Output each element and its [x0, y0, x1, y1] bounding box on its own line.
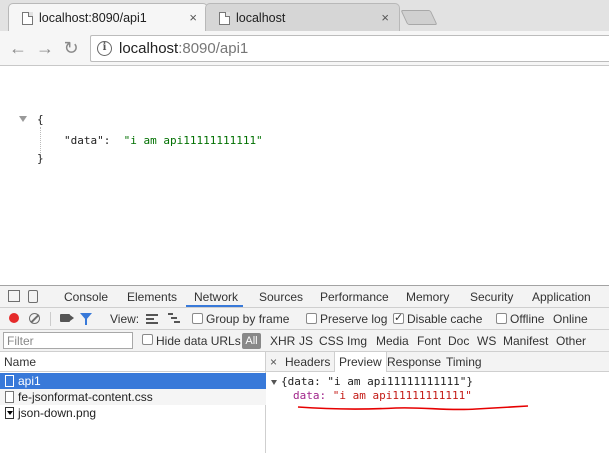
record-icon[interactable] — [9, 313, 19, 323]
request-detail: × Headers Preview Response Timing {data:… — [266, 352, 609, 453]
tab-title: localhost — [236, 10, 286, 25]
tab-elements[interactable]: Elements — [127, 290, 177, 304]
inspect-element-icon[interactable] — [8, 290, 20, 302]
preview-value: "i am api11111111111" — [332, 389, 472, 402]
filter-font[interactable]: Font — [417, 334, 441, 348]
expand-toggle-icon[interactable] — [271, 380, 277, 385]
request-row[interactable]: api1 — [0, 373, 266, 389]
filter-manifest[interactable]: Manifest — [503, 334, 548, 348]
filter-xhr[interactable]: XHR — [270, 334, 295, 348]
document-icon — [5, 375, 14, 387]
disable-cache-label: Disable cache — [407, 312, 483, 326]
detail-tabbar: × Headers Preview Response Timing — [266, 352, 609, 372]
tab-preview[interactable]: Preview — [334, 352, 387, 372]
clear-icon[interactable] — [29, 313, 40, 324]
json-property: "data": "i am api11111111111" — [64, 134, 263, 147]
address-bar[interactable]: i localhost:8090/api1 — [90, 35, 609, 62]
capture-screenshots-icon[interactable] — [60, 314, 74, 322]
request-list: Name api1 fe-jsonformat-content.css json… — [0, 352, 266, 453]
device-toolbar-icon[interactable] — [28, 290, 38, 303]
overview-icon[interactable] — [168, 313, 180, 324]
tab-timing[interactable]: Timing — [446, 355, 482, 369]
name-column-header[interactable]: Name — [0, 352, 266, 372]
filter-css[interactable]: CSS — [319, 334, 344, 348]
view-label: View: — [110, 312, 140, 326]
offline-checkbox[interactable] — [496, 313, 507, 324]
preserve-log-label: Preserve log — [320, 312, 388, 326]
filter-all-button[interactable]: All — [242, 333, 261, 349]
navigation-bar: ← → ↻ i localhost:8090/api1 — [0, 31, 609, 66]
devtools-tabbar: Console Elements Network Sources Perform… — [0, 286, 609, 308]
filter-icon[interactable] — [80, 313, 92, 325]
tab-strip: localhost:8090/api1 × localhost × — [0, 0, 609, 31]
close-icon[interactable]: × — [381, 10, 389, 25]
tab-localhost-api1[interactable]: localhost:8090/api1 × — [8, 3, 208, 31]
tab-network[interactable]: Network — [194, 290, 238, 304]
request-name: api1 — [18, 374, 41, 388]
tab-response[interactable]: Response — [387, 355, 441, 369]
forward-arrow-icon[interactable]: → — [34, 37, 56, 59]
json-value: "i am api11111111111" — [123, 134, 263, 147]
group-by-frame-label: Group by frame — [206, 312, 290, 326]
tab-memory[interactable]: Memory — [406, 290, 449, 304]
url-text[interactable]: localhost:8090/api1 — [119, 40, 248, 57]
reload-icon[interactable]: ↻ — [60, 37, 82, 59]
large-rows-icon[interactable] — [146, 314, 158, 324]
url-path: :8090/api1 — [178, 40, 249, 57]
request-row[interactable]: json-down.png — [0, 405, 266, 421]
image-icon — [5, 407, 14, 419]
page-content: { "data": "i am api11111111111" } — [0, 67, 609, 285]
red-underline-annotation — [297, 405, 529, 411]
preview-summary: {data: "i am api11111111111"} — [281, 375, 474, 388]
tab-console[interactable]: Console — [64, 290, 108, 304]
json-open-brace: { — [37, 113, 44, 126]
tab-localhost[interactable]: localhost × — [205, 3, 400, 31]
preview-key: data: — [293, 389, 327, 402]
url-host: localhost — [119, 40, 179, 57]
disable-cache-checkbox[interactable] — [393, 311, 404, 324]
filter-media[interactable]: Media — [376, 334, 409, 348]
filter-input[interactable]: Filter — [3, 332, 133, 349]
json-close-brace: } — [37, 152, 44, 165]
filter-ws[interactable]: WS — [477, 334, 496, 348]
close-icon[interactable]: × — [270, 355, 277, 369]
tab-sources[interactable]: Sources — [259, 290, 303, 304]
back-arrow-icon[interactable]: ← — [7, 37, 29, 59]
hide-data-urls-checkbox[interactable] — [142, 334, 153, 345]
hide-data-urls-label: Hide data URLs — [156, 334, 241, 348]
throttling-select[interactable]: Online — [553, 312, 588, 326]
new-tab-button[interactable] — [400, 10, 438, 25]
preview-property: data: "i am api11111111111" — [293, 389, 472, 402]
preserve-log-checkbox[interactable] — [306, 313, 317, 324]
info-icon[interactable]: i — [97, 41, 112, 56]
tab-headers[interactable]: Headers — [285, 355, 330, 369]
stylesheet-icon — [5, 391, 14, 403]
tab-title: localhost:8090/api1 — [39, 10, 147, 25]
devtools-panel: Console Elements Network Sources Perform… — [0, 285, 609, 453]
filter-img[interactable]: Img — [347, 334, 367, 348]
filter-doc[interactable]: Doc — [448, 334, 469, 348]
collapse-toggle-icon[interactable] — [19, 116, 27, 122]
tab-performance[interactable]: Performance — [320, 290, 389, 304]
json-key: "data": — [64, 134, 111, 147]
request-name: json-down.png — [18, 406, 97, 420]
network-toolbar: View: Group by frame Preserve log Disabl… — [0, 308, 609, 330]
request-name: fe-jsonformat-content.css — [18, 390, 153, 404]
active-tab-indicator — [186, 305, 243, 307]
tab-application[interactable]: Application — [532, 290, 591, 304]
offline-label: Offline — [510, 312, 545, 326]
group-by-frame-checkbox[interactable] — [192, 313, 203, 324]
request-row[interactable]: fe-jsonformat-content.css — [0, 389, 266, 405]
filter-other[interactable]: Other — [556, 334, 586, 348]
json-indent-guide — [40, 127, 41, 155]
filter-bar: Filter Hide data URLs All XHR JS CSS Img… — [0, 330, 609, 352]
page-icon — [219, 12, 230, 25]
tab-security[interactable]: Security — [470, 290, 513, 304]
toolbar-divider — [50, 312, 51, 326]
filter-js[interactable]: JS — [299, 334, 313, 348]
close-icon[interactable]: × — [189, 10, 197, 25]
page-icon — [22, 12, 33, 25]
